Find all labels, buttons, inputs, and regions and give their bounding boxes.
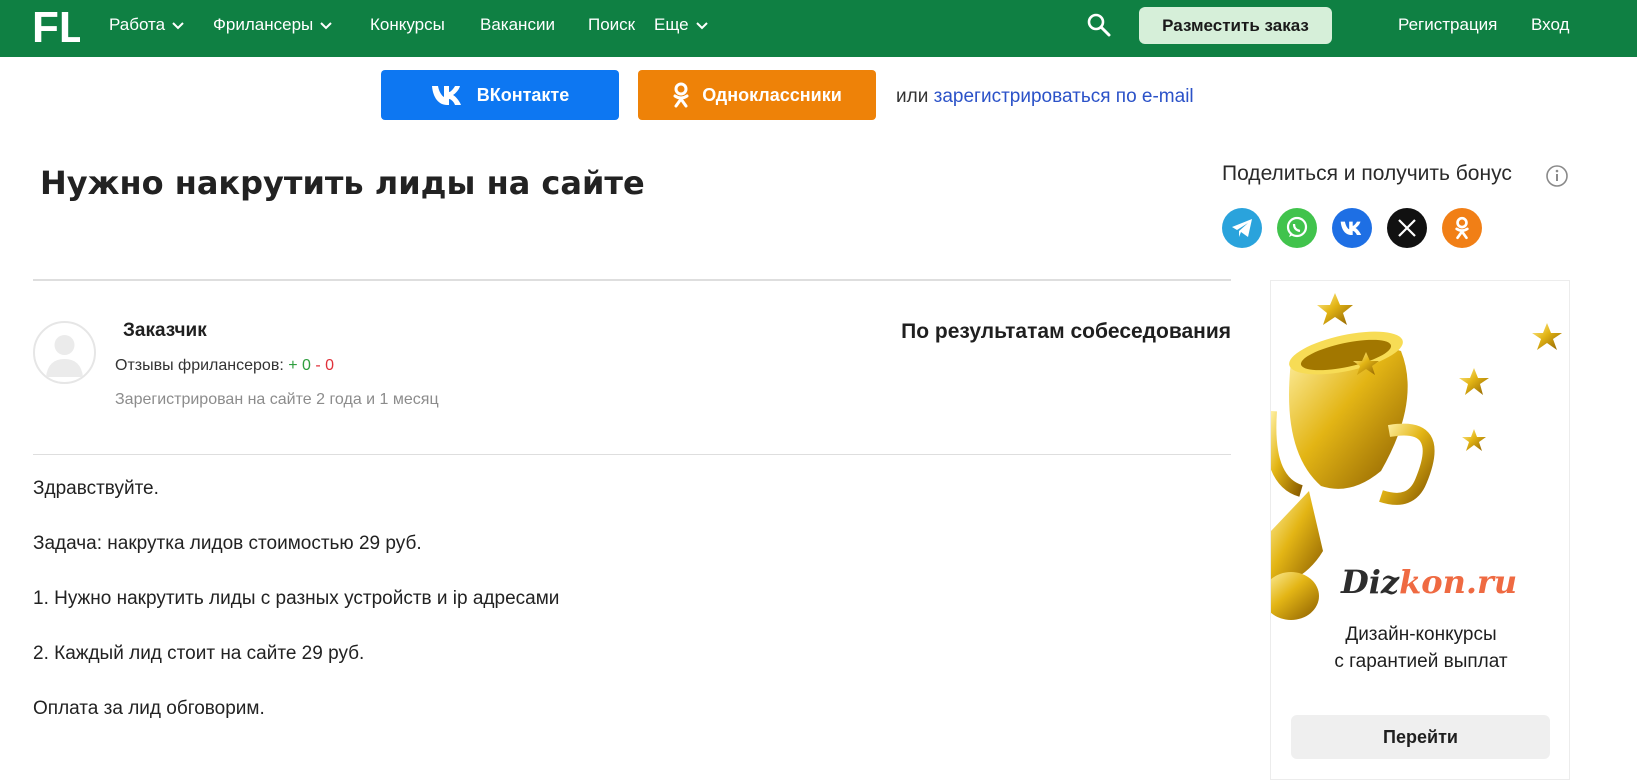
nav-item-work[interactable]: Работа bbox=[109, 0, 185, 50]
reviews-label: Отзывы фрилансеров: bbox=[115, 357, 284, 374]
svg-text:FL: FL bbox=[32, 4, 80, 46]
odnoklassniki-logo-icon bbox=[673, 82, 689, 108]
divider bbox=[33, 279, 1231, 281]
description-line: Задача: накрутка лидов стоимостью 29 руб… bbox=[33, 533, 422, 554]
user-placeholder-icon bbox=[46, 335, 83, 377]
login-label: Вход bbox=[1531, 15, 1570, 34]
search-icon[interactable] bbox=[1086, 12, 1112, 38]
customer-name[interactable]: Заказчик bbox=[123, 320, 207, 342]
ad-caption-line: Дизайн-конкурсы bbox=[1345, 624, 1497, 645]
avatar[interactable] bbox=[33, 321, 96, 384]
nav-item-label: Еще bbox=[654, 15, 689, 34]
dizkon-logo: Dizkon.ru bbox=[1341, 563, 1517, 601]
whatsapp-icon[interactable] bbox=[1277, 208, 1317, 248]
fl-logo[interactable]: FL bbox=[32, 4, 80, 46]
ad-go-button[interactable]: Перейти bbox=[1291, 715, 1550, 759]
nav-item-label: Поиск bbox=[588, 15, 636, 34]
project-budget: По результатам собеседования bbox=[901, 320, 1231, 343]
page-title: Нужно накрутить лиды на сайте bbox=[40, 164, 645, 202]
register-label: Регистрация bbox=[1398, 15, 1498, 34]
ok-auth-label: Одноклассники bbox=[702, 84, 842, 105]
odnoklassniki-icon[interactable] bbox=[1442, 208, 1482, 248]
nav-item-label: Работа bbox=[109, 15, 166, 34]
ad-caption-line: с гарантией выплат bbox=[1334, 651, 1508, 672]
nav-item-label: Конкурсы bbox=[370, 15, 445, 34]
nav-item-freelancers[interactable]: Фрилансеры bbox=[213, 0, 333, 50]
nav-item-more[interactable]: Еще bbox=[654, 0, 709, 50]
dizkon-advertisement[interactable]: Dizkon.ru Дизайн-конкурсы с гарантией вы… bbox=[1270, 280, 1570, 780]
nav-item-label: Фрилансеры bbox=[213, 15, 314, 34]
chevron-down-icon bbox=[695, 22, 708, 30]
email-register-text: или зарегистрироваться по e-mail bbox=[896, 86, 1194, 108]
customer-reviews: Отзывы фрилансеров: + 0 - 0 bbox=[115, 357, 334, 375]
brand-part1: Diz bbox=[1341, 563, 1400, 601]
customer-registered: Зарегистрирован на сайте 2 года и 1 меся… bbox=[115, 391, 439, 408]
reviews-negative[interactable]: - 0 bbox=[315, 357, 334, 374]
divider bbox=[33, 454, 1231, 455]
post-order-label: Разместить заказ bbox=[1162, 15, 1309, 35]
post-order-button[interactable]: Разместить заказ bbox=[1139, 7, 1332, 44]
share-icons bbox=[1222, 208, 1482, 248]
reviews-positive[interactable]: + 0 bbox=[288, 357, 311, 374]
ad-go-label: Перейти bbox=[1383, 726, 1458, 747]
vk-icon[interactable] bbox=[1332, 208, 1372, 248]
vk-auth-label: ВКонтакте bbox=[476, 84, 570, 105]
brand-part2: kon.ru bbox=[1399, 563, 1518, 601]
description-line: 1. Нужно накрутить лиды с разных устройс… bbox=[33, 588, 560, 609]
nav-item-search[interactable]: Поиск bbox=[588, 0, 635, 50]
chevron-down-icon bbox=[172, 22, 184, 30]
login-link[interactable]: Вход bbox=[1531, 0, 1569, 50]
ad-caption: Дизайн-конкурсы с гарантией выплат bbox=[1271, 621, 1569, 675]
vk-logo-icon bbox=[431, 86, 461, 105]
ok-auth-button[interactable]: Одноклассники bbox=[638, 70, 876, 120]
vk-auth-button[interactable]: ВКонтакте bbox=[381, 70, 619, 120]
description-line: Здравствуйте. bbox=[33, 478, 159, 499]
info-icon[interactable] bbox=[1545, 164, 1569, 188]
telegram-icon[interactable] bbox=[1222, 208, 1262, 248]
or-label: или bbox=[896, 86, 929, 107]
description-line: Оплата за лид обговорим. bbox=[33, 698, 265, 719]
description-line: 2. Каждый лид стоит на сайте 29 руб. bbox=[33, 643, 365, 664]
top-navigation-bar: FL Работа Фрилансеры Конкурсы Вакансии П… bbox=[0, 0, 1637, 57]
share-title: Поделиться и получить бонус bbox=[1222, 162, 1512, 185]
email-register-link[interactable]: зарегистрироваться по e-mail bbox=[934, 86, 1194, 107]
nav-item-vacancies[interactable]: Вакансии bbox=[480, 0, 555, 50]
register-link[interactable]: Регистрация bbox=[1398, 0, 1497, 50]
chevron-down-icon bbox=[320, 22, 332, 30]
x-icon[interactable] bbox=[1387, 208, 1427, 248]
project-description: Здравствуйте. Задача: накрутка лидов сто… bbox=[33, 478, 559, 753]
nav-item-label: Вакансии bbox=[480, 15, 555, 34]
nav-item-contests[interactable]: Конкурсы bbox=[370, 0, 445, 50]
